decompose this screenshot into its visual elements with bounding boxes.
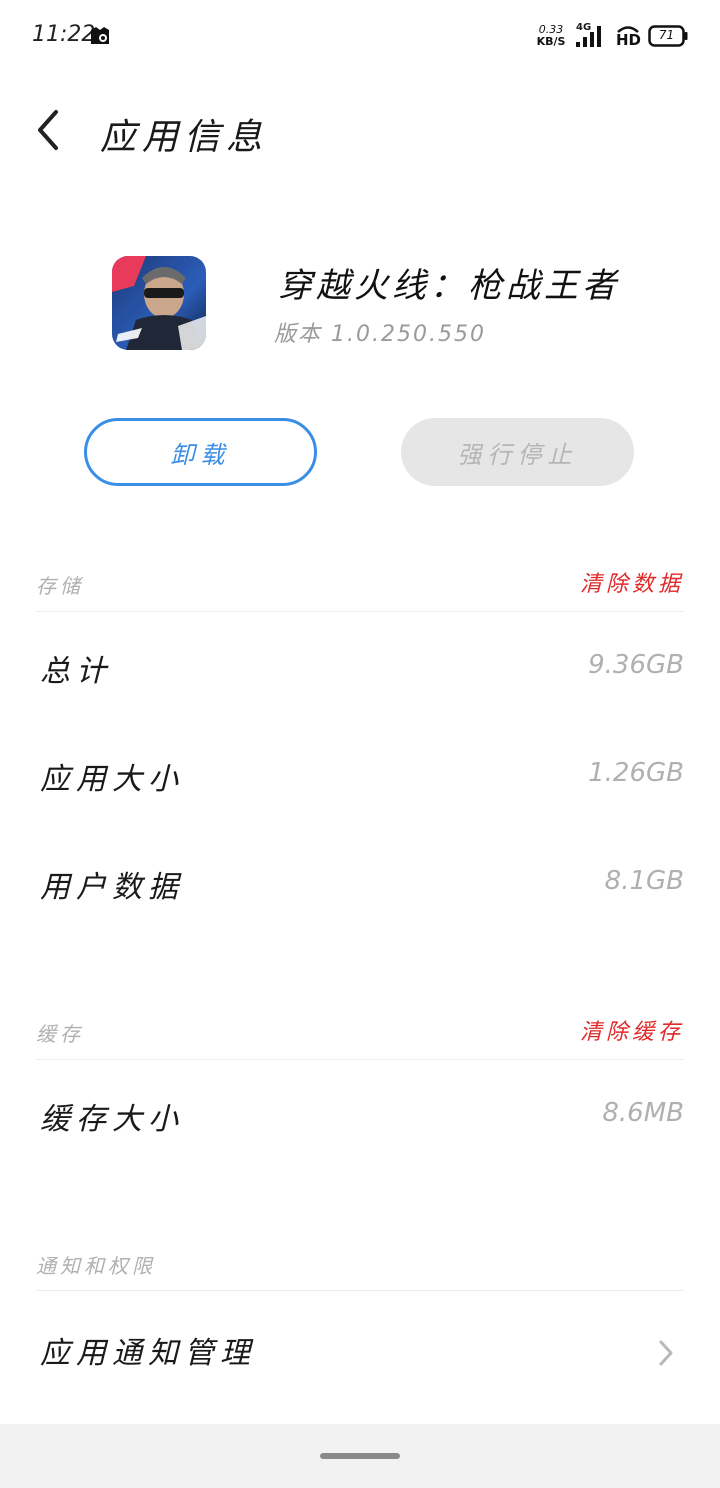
storage-section-title: 存储 (36, 574, 84, 598)
battery-level: 71 (658, 28, 675, 42)
gesture-handle[interactable] (320, 1453, 400, 1459)
notifications-section-header: 通知和权限 (36, 1246, 684, 1282)
app-icon (112, 256, 206, 350)
storage-row-total: 总计 9.36GB (36, 640, 684, 700)
row-label: 应用通知管理 (40, 1336, 256, 1371)
signal-icon: 4G (574, 22, 608, 50)
notifications-section-title: 通知和权限 (36, 1254, 156, 1278)
row-label: 缓存大小 (40, 1102, 184, 1137)
uninstall-button[interactable]: 卸载 (84, 418, 317, 486)
cache-section-header: 缓存 清除缓存 (36, 1014, 684, 1050)
row-label: 用户数据 (40, 870, 184, 905)
clear-cache-button[interactable]: 清除缓存 (580, 1014, 684, 1046)
battery-icon: 71 (648, 25, 688, 47)
page-title: 应用信息 (100, 117, 269, 158)
network-speed: 0.33 KB/S (534, 24, 568, 48)
back-button[interactable] (24, 104, 72, 156)
force-stop-button-label: 强行停止 (457, 440, 578, 469)
row-label: 总计 (40, 654, 112, 689)
storage-section-header: 存储 清除数据 (36, 566, 684, 602)
row-label: 应用大小 (40, 762, 184, 797)
storage-row-user-data: 用户数据 8.1GB (36, 856, 684, 916)
uninstall-button-label: 卸载 (170, 440, 231, 469)
divider (36, 1290, 684, 1291)
clear-data-button[interactable]: 清除数据 (580, 566, 684, 598)
hd-voice-icon: HD (614, 24, 642, 49)
row-value: 8.1GB (604, 866, 684, 896)
cache-row-size: 缓存大小 8.6MB (36, 1088, 684, 1148)
force-stop-button[interactable]: 强行停止 (401, 418, 634, 486)
storage-row-app-size: 应用大小 1.26GB (36, 748, 684, 808)
row-value: 8.6MB (602, 1098, 684, 1128)
status-bar: 11:22 0.33 KB/S 4G HD 71 (0, 0, 720, 72)
app-version: 版本 1.0.250.550 (274, 322, 486, 347)
toolbar: 应用信息 (0, 90, 720, 170)
app-name: 穿越火线：枪战王者 (278, 266, 620, 306)
chevron-right-icon (659, 1340, 673, 1366)
divider (36, 1059, 684, 1060)
network-speed-unit: KB/S (536, 35, 566, 48)
divider (36, 611, 684, 612)
cache-section-title: 缓存 (36, 1022, 84, 1046)
navigation-bar (0, 1424, 720, 1488)
chevron-left-icon (38, 110, 58, 150)
row-value: 9.36GB (588, 650, 684, 680)
hd-label: HD (616, 31, 642, 49)
status-time: 11:22 (32, 22, 96, 47)
row-value: 1.26GB (588, 758, 684, 788)
notification-app-icon (91, 27, 109, 44)
app-notification-management-row[interactable]: 应用通知管理 (36, 1322, 684, 1382)
